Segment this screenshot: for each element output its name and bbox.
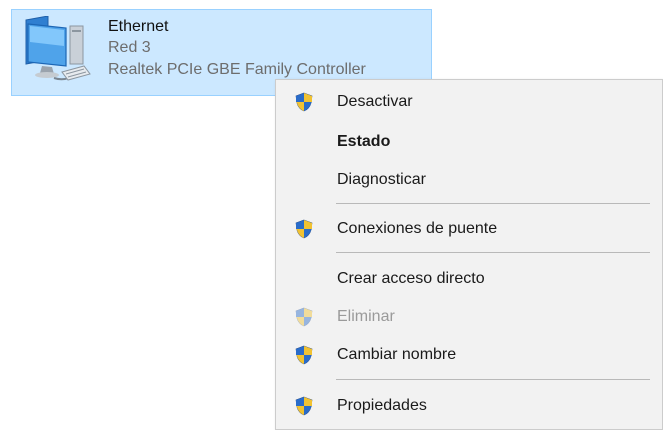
menu-item-conexiones-de-puente[interactable]: Conexiones de puente xyxy=(276,214,662,244)
adapter-name: Ethernet xyxy=(108,18,169,35)
context-menu: Desactivar Estado Diagnosticar Conexione… xyxy=(275,79,663,430)
menu-separator xyxy=(336,203,650,204)
menu-label: Estado xyxy=(337,133,391,150)
menu-label: Desactivar xyxy=(337,93,413,110)
menu-label: Propiedades xyxy=(337,397,427,414)
uac-shield-icon xyxy=(295,219,313,239)
menu-item-estado[interactable]: Estado xyxy=(276,127,662,157)
menu-label: Cambiar nombre xyxy=(337,346,457,363)
menu-label: Conexiones de puente xyxy=(337,220,498,237)
menu-separator xyxy=(336,379,650,380)
menu-item-desactivar[interactable]: Desactivar xyxy=(276,87,662,117)
menu-item-eliminar: Eliminar xyxy=(276,302,662,332)
menu-label: Eliminar xyxy=(337,308,395,325)
adapter-device: Realtek PCIe GBE Family Controller xyxy=(108,61,366,78)
menu-item-cambiar-nombre[interactable]: Cambiar nombre xyxy=(276,340,662,370)
adapter-network: Red 3 xyxy=(108,39,151,56)
menu-item-crear-acceso-directo[interactable]: Crear acceso directo xyxy=(276,264,662,294)
menu-separator xyxy=(336,252,650,253)
uac-shield-icon xyxy=(295,396,313,416)
menu-label: Crear acceso directo xyxy=(337,270,485,287)
menu-item-diagnosticar[interactable]: Diagnosticar xyxy=(276,165,662,195)
network-adapter-icon xyxy=(25,16,91,81)
uac-shield-icon xyxy=(295,345,313,365)
menu-label: Diagnosticar xyxy=(337,171,426,188)
uac-shield-icon xyxy=(295,92,313,112)
uac-shield-icon xyxy=(295,307,313,327)
menu-item-propiedades[interactable]: Propiedades xyxy=(276,391,662,421)
